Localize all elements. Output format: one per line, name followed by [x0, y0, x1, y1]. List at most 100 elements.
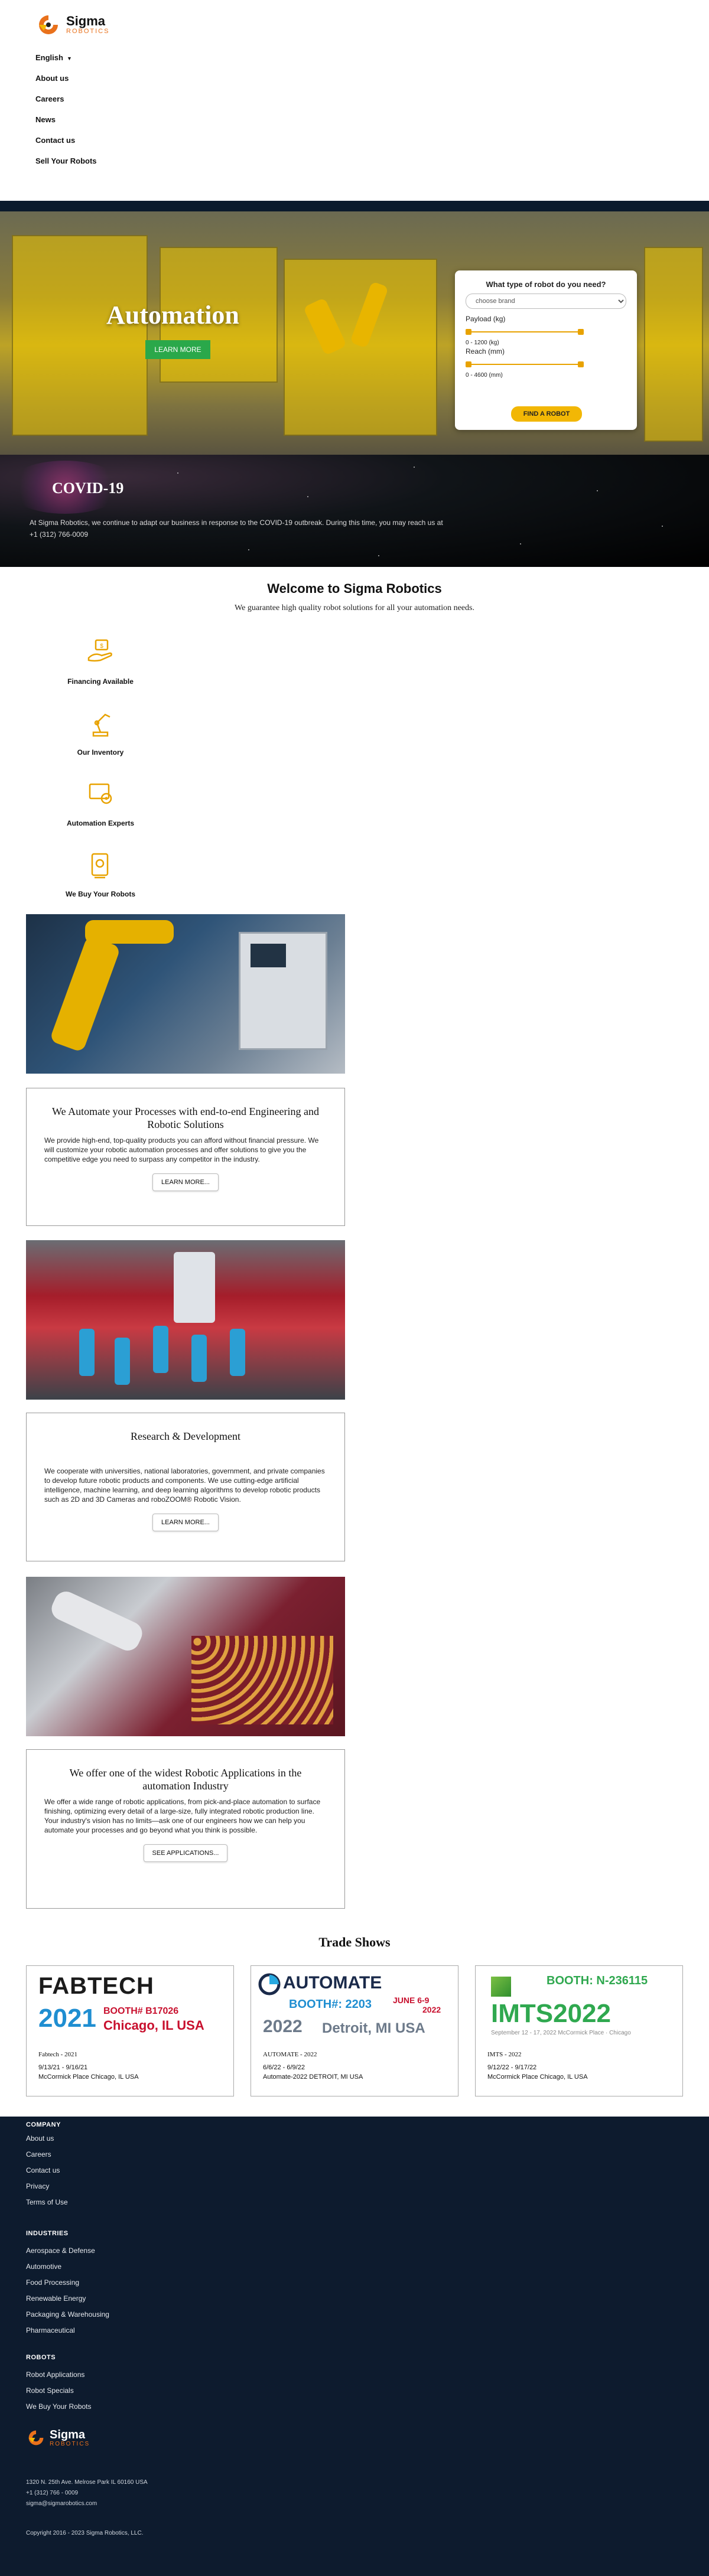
- card-title: We Automate your Processes with end-to-e…: [52, 1106, 319, 1130]
- footer-company-title: COMPANY: [26, 2121, 61, 2128]
- footer-robots-title: ROBOTS: [26, 2354, 56, 2361]
- card-text: We cooperate with universities, national…: [44, 1467, 325, 1504]
- footer-link[interactable]: Food Processing: [26, 2278, 79, 2287]
- imts-cube-icon: [491, 1977, 511, 1997]
- trade-card-fabtech[interactable]: FABTECH 2021 BOOTH# B17026 Chicago, IL U…: [26, 1965, 234, 2096]
- site-footer: COMPANY About us Careers Contact us Priv…: [0, 2117, 709, 2576]
- trade-name: IMTS - 2022: [487, 2051, 522, 2058]
- footer-link[interactable]: Careers: [26, 2150, 51, 2158]
- robot-arm-photo: [26, 914, 345, 1074]
- nav-sell-robots[interactable]: Sell Your Robots: [35, 156, 97, 177]
- card-learn-more-button[interactable]: LEARN MORE...: [152, 1514, 219, 1531]
- hero-learn-more-button[interactable]: LEARN MORE: [145, 340, 210, 359]
- footer-link[interactable]: Privacy: [26, 2182, 49, 2190]
- payload-slider[interactable]: [466, 328, 626, 336]
- trade-name: Fabtech - 2021: [38, 2051, 77, 2058]
- footer-industries-title: INDUSTRIES: [26, 2230, 69, 2237]
- footer-link[interactable]: Aerospace & Defense: [26, 2246, 95, 2255]
- see-applications-button[interactable]: SEE APPLICATIONS...: [143, 1844, 228, 1862]
- card-text: We offer a wide range of robotic applica…: [44, 1798, 321, 1834]
- trade-location: Automate-2022 DETROIT, MI USA: [263, 2073, 363, 2081]
- feature-inventory[interactable]: Our Inventory: [59, 705, 142, 757]
- footer-link[interactable]: Automotive: [26, 2262, 61, 2271]
- logo[interactable]: Sigma ROBOTICS: [35, 7, 136, 43]
- reach-min-handle[interactable]: [466, 361, 471, 367]
- automate-logo-icon: [258, 1973, 281, 1995]
- footer-address: 1320 N. 25th Ave. Melrose Park IL 60160 …: [26, 2479, 148, 2486]
- reach-label: Reach (mm): [466, 347, 505, 356]
- payload-range: 0 - 1200 (kg): [466, 340, 499, 346]
- robot-cell-image: [284, 259, 437, 436]
- card-title: We offer one of the widest Robotic Appli…: [69, 1767, 302, 1792]
- reach-max-handle[interactable]: [578, 361, 584, 367]
- footer-link[interactable]: Packaging & Warehousing: [26, 2310, 109, 2319]
- brand-select[interactable]: choose brand: [466, 294, 626, 309]
- card-learn-more-button[interactable]: LEARN MORE...: [152, 1173, 219, 1191]
- welcome-subtitle: We guarantee high quality robot solution…: [235, 604, 474, 612]
- automate-logo: AUTOMATE BOOTH#: 2203 JUNE 6-9 2022 2022…: [257, 1971, 452, 2047]
- nav-about[interactable]: About us: [35, 74, 97, 94]
- footer-link[interactable]: Pharmaceutical: [26, 2326, 75, 2334]
- welcome-title: Welcome to Sigma Robotics: [267, 581, 442, 596]
- card-engineering: We Automate your Processes with end-to-e…: [26, 1088, 345, 1226]
- brand-name: Sigma: [66, 14, 106, 28]
- robot-cell-image: [12, 235, 148, 436]
- trade-card-imts[interactable]: BOOTH: N-236115 IMTS2022 September 12 - …: [475, 1965, 683, 2096]
- trade-dates: 6/6/22 - 6/9/22: [263, 2064, 305, 2071]
- card-title: Research & Development: [131, 1430, 240, 1442]
- covid-phone[interactable]: +1 (312) 766-0009: [30, 530, 88, 539]
- caret-down-icon: ▼: [66, 56, 72, 61]
- feature-label: Financing Available: [67, 677, 134, 686]
- trade-dates: 9/13/21 - 9/16/21: [38, 2064, 88, 2071]
- feature-buy-robots[interactable]: We Buy Your Robots: [59, 847, 142, 898]
- robot-arm-icon: [92, 713, 110, 737]
- footer-link[interactable]: Robot Specials: [26, 2386, 74, 2395]
- footer-link[interactable]: We Buy Your Robots: [26, 2402, 92, 2411]
- footer-logo-icon: [28, 2430, 44, 2445]
- trade-location: McCormick Place Chicago, IL USA: [487, 2073, 588, 2081]
- language-selector[interactable]: English ▼: [35, 53, 97, 74]
- trade-shows-title: Trade Shows: [318, 1935, 391, 1949]
- nav-careers[interactable]: Careers: [35, 94, 97, 115]
- feature-experts[interactable]: Automation Experts: [59, 776, 142, 827]
- payload-max-handle[interactable]: [578, 329, 584, 335]
- footer-logo[interactable]: Sigma ROBOTICS: [26, 2428, 90, 2447]
- footer-phone[interactable]: +1 (312) 766 - 0009: [26, 2490, 78, 2496]
- reach-slider[interactable]: [466, 360, 626, 369]
- card-applications: We offer one of the widest Robotic Appli…: [26, 1749, 345, 1909]
- find-robot-button[interactable]: FIND A ROBOT: [511, 406, 582, 422]
- card-text: We provide high-end, top-quality product…: [44, 1136, 319, 1163]
- footer-link[interactable]: About us: [26, 2134, 54, 2143]
- footer-link[interactable]: Robot Applications: [26, 2370, 84, 2379]
- pick-and-place-photo: [26, 1577, 345, 1736]
- hero-title: Automation: [106, 301, 239, 330]
- covid-title: COVID-19: [52, 480, 124, 497]
- robot-cell-image: [644, 247, 703, 442]
- feature-financing[interactable]: $ Financing Available: [59, 634, 142, 686]
- language-label: English: [35, 53, 63, 62]
- robot-finder: What type of robot do you need? choose b…: [455, 270, 637, 430]
- nav-contact[interactable]: Contact us: [35, 136, 97, 156]
- lab-vials-photo: [26, 1240, 345, 1400]
- footer-link[interactable]: Renewable Energy: [26, 2294, 86, 2303]
- site-header: Sigma ROBOTICS English ▼ About us Careers…: [0, 0, 709, 195]
- payload-min-handle[interactable]: [466, 329, 471, 335]
- imts-logo: BOOTH: N-236115 IMTS2022 September 12 - …: [491, 1974, 648, 2036]
- footer-link[interactable]: Terms of Use: [26, 2198, 68, 2206]
- feature-label: Our Inventory: [77, 748, 124, 757]
- brand-sub: ROBOTICS: [66, 28, 110, 35]
- svg-text:$: $: [100, 643, 103, 650]
- card-research: Research & Development We cooperate with…: [26, 1413, 345, 1561]
- finder-title: What type of robot do you need?: [486, 280, 606, 289]
- footer-email[interactable]: sigma@sigmarobotics.com: [26, 2500, 97, 2507]
- logo-icon: [39, 15, 58, 34]
- covid-banner: COVID-19 At Sigma Robotics, we continue …: [0, 455, 709, 567]
- nav-news[interactable]: News: [35, 115, 97, 136]
- hero-top-bar: [0, 201, 709, 211]
- trade-name: AUTOMATE - 2022: [263, 2051, 317, 2058]
- feature-label: Automation Experts: [66, 819, 134, 827]
- footer-link[interactable]: Contact us: [26, 2166, 60, 2174]
- robot-buy-icon: [91, 853, 109, 879]
- trade-location: McCormick Place Chicago, IL USA: [38, 2073, 139, 2081]
- trade-card-automate[interactable]: AUTOMATE BOOTH#: 2203 JUNE 6-9 2022 2022…: [251, 1965, 458, 2096]
